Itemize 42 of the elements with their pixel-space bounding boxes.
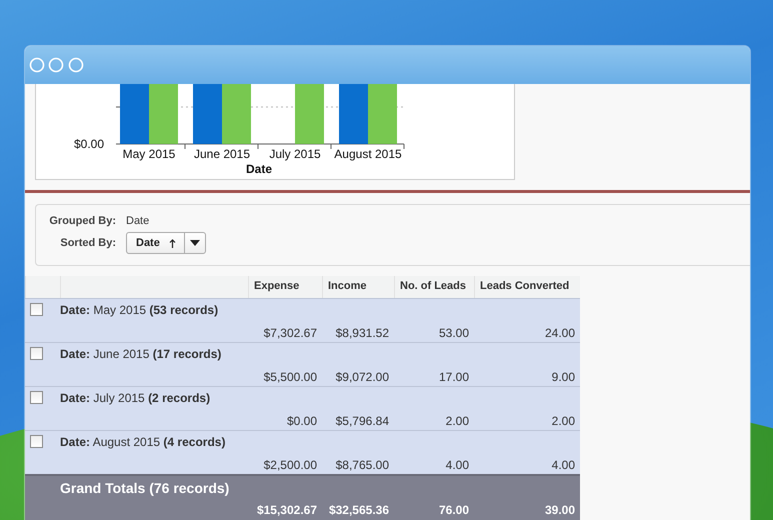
table-cell-text: 17.00 (438, 369, 470, 386)
table-cell-text: 53.00 (438, 325, 470, 342)
category-label: August 2015 (334, 147, 402, 161)
group-title: Date: May 2015 (53 records) (60, 302, 218, 319)
table-cell-text: $2,500.00 (262, 457, 318, 474)
caret-icon (190, 240, 200, 246)
category-label: July 2015 (269, 147, 321, 161)
total-cell-text: $15,302.67 (256, 502, 318, 519)
table-cell-text: $8,765.00 (334, 457, 390, 474)
table-cell-text: $9,072.00 (334, 369, 390, 386)
category-label: May 2015 (122, 147, 176, 161)
sorted-by-label: Sorted By: (59, 237, 116, 249)
total-cell-text: 39.00 (544, 502, 576, 519)
table-cell-text: $5,500.00 (262, 369, 318, 386)
grouped-by-label: Grouped By: (48, 215, 116, 227)
table-cell-text: $8,931.52 (334, 325, 390, 342)
table-cell-text: 4.00 (444, 457, 470, 474)
table-cell-text: $0.00 (286, 413, 318, 430)
table-cell-text: 24.00 (544, 325, 576, 342)
grouped-by-value: Date (126, 215, 150, 227)
group-title: Date: August 2015 (4 records) (60, 434, 226, 451)
table-cell-text: 2.00 (444, 413, 470, 430)
total-cell-text: $32,565.36 (328, 502, 390, 519)
row-checkbox[interactable] (30, 347, 43, 360)
row-checkbox[interactable] (30, 303, 43, 316)
row-checkbox[interactable] (30, 435, 43, 448)
arrow-up-icon (168, 238, 176, 248)
table-cell-text: 2.00 (550, 413, 576, 430)
sort-dropdown[interactable]: Date (126, 232, 206, 254)
row-checkbox[interactable] (30, 391, 43, 404)
axis-title: Date (246, 162, 272, 176)
table-cell-text: $5,796.84 (334, 413, 390, 430)
table-cell-text: 9.00 (550, 369, 576, 386)
axis-tick-label: $0.00 (74, 137, 104, 151)
grand-totals-title: Grand Totals (76 records) (60, 479, 230, 498)
group-title: Date: June 2015 (17 records) (60, 346, 222, 363)
category-label: June 2015 (194, 147, 250, 161)
group-title: Date: July 2015 (2 records) (60, 390, 210, 407)
total-cell-text: 76.00 (438, 502, 470, 519)
window-controls-icon[interactable] (29, 57, 85, 73)
table-cell-text: $7,302.67 (262, 325, 318, 342)
table-cell-text: 4.00 (550, 457, 576, 474)
